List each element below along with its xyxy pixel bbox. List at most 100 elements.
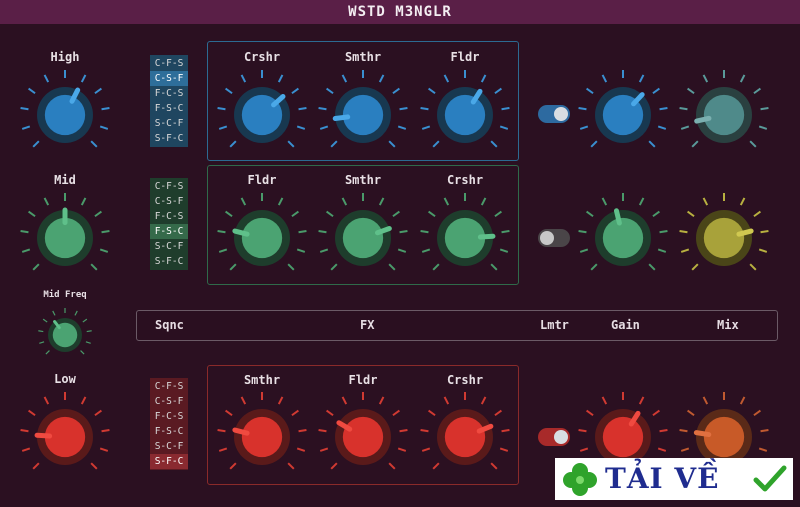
knob-high-fx-3[interactable] [415, 65, 515, 165]
order-option[interactable]: F-S-C [150, 101, 188, 116]
knob-pointer [693, 430, 712, 438]
fx-label-high-1: Crshr [243, 50, 281, 64]
knob-tick [99, 125, 109, 130]
order-option[interactable]: S-C-F [150, 239, 188, 254]
knob-tick [691, 140, 699, 148]
knob-high-fx-1[interactable] [212, 65, 312, 165]
knob-high-band[interactable] [15, 65, 115, 165]
knob-mid-band[interactable] [15, 188, 115, 288]
knob-mid-fx-1[interactable] [212, 188, 312, 288]
knob-body [602, 217, 644, 259]
knob-tick [420, 106, 429, 111]
order-option[interactable]: C-S-F [150, 394, 188, 409]
knob-body [342, 416, 384, 458]
knob-low-fx-1[interactable] [212, 387, 312, 487]
knob-tick [749, 140, 757, 148]
knob-tick [659, 229, 668, 234]
limiter-toggle-mid[interactable] [538, 229, 570, 247]
order-option[interactable]: C-F-S [150, 56, 188, 71]
order-option[interactable]: F-C-S [150, 209, 188, 224]
order-option[interactable]: S-C-F [150, 116, 188, 131]
order-selector-low[interactable]: C-F-S C-S-F F-C-S F-S-C S-C-F S-F-C [150, 378, 188, 470]
knob-tick [326, 409, 334, 417]
knob-high-fx-2[interactable] [313, 65, 413, 165]
lmtr-header: Lmtr [540, 318, 569, 332]
knob-tick [319, 125, 329, 130]
knob-tick [43, 197, 50, 206]
knob-tick [638, 197, 645, 206]
download-banner[interactable]: TẢI VỀ [555, 458, 793, 500]
knob-graphic [420, 70, 510, 148]
knob-body [241, 217, 283, 259]
knob-low-fx-3[interactable] [415, 387, 515, 487]
knob-tick [298, 428, 307, 433]
order-option[interactable]: S-F-C [150, 254, 188, 269]
order-option[interactable]: F-S-C [150, 424, 188, 439]
knob-tick [652, 210, 660, 218]
knob-tick [330, 462, 338, 470]
knob-tick [291, 87, 299, 95]
knob-graphic [318, 193, 408, 271]
knob-mid-mix[interactable] [674, 188, 774, 288]
knob-tick [296, 125, 306, 130]
knob-tick [94, 210, 102, 218]
knob-tick [52, 310, 56, 316]
knob-tick [397, 447, 407, 452]
knob-tick [432, 263, 440, 271]
fx-label-mid-2: Smthr [344, 173, 382, 187]
knob-tick [32, 140, 40, 148]
knob-mid-fx-2[interactable] [313, 188, 413, 288]
knob-tick [702, 396, 709, 405]
order-option[interactable]: C-S-F [150, 71, 188, 86]
knob-tick [638, 396, 645, 405]
order-option[interactable]: S-F-C [150, 454, 188, 469]
knob-tick [687, 409, 695, 417]
knob-graphic [217, 193, 307, 271]
order-option[interactable]: F-C-S [150, 86, 188, 101]
knob-graphic [679, 193, 769, 271]
limiter-toggle-high[interactable] [538, 105, 570, 123]
order-selector-high[interactable]: C-F-S C-S-F F-C-S F-S-C S-C-F S-F-C [150, 55, 188, 147]
order-option[interactable]: C-F-S [150, 379, 188, 394]
knob-tick [490, 462, 498, 470]
order-selector-mid[interactable]: C-F-S C-S-F F-C-S F-S-C S-C-F S-F-C [150, 178, 188, 270]
knob-tick [399, 229, 408, 234]
order-option[interactable]: S-C-F [150, 439, 188, 454]
knob-low-fx-2[interactable] [313, 387, 413, 487]
order-option[interactable]: C-F-S [150, 179, 188, 194]
knob-body [44, 94, 86, 136]
knob-high-gain[interactable] [573, 65, 673, 165]
knob-mid-freq[interactable] [30, 300, 100, 370]
knob-tick [428, 409, 436, 417]
knob-tick [218, 248, 228, 253]
order-option[interactable]: S-F-C [150, 131, 188, 146]
order-option[interactable]: F-C-S [150, 409, 188, 424]
knob-tick [99, 447, 109, 452]
knob-tick [287, 140, 295, 148]
knob-tick [217, 106, 226, 111]
knob-pointer [736, 228, 754, 237]
knob-tick [229, 462, 237, 470]
knob-tick [443, 74, 450, 83]
order-option[interactable]: C-S-F [150, 194, 188, 209]
knob-tick [20, 106, 29, 111]
knob-high-mix[interactable] [674, 65, 774, 165]
knob-tick [657, 447, 667, 452]
band-label-mid: Mid [54, 173, 76, 187]
knob-tick [499, 125, 509, 130]
limiter-toggle-low[interactable] [538, 428, 570, 446]
knob-tick [480, 396, 487, 405]
knob-tick [579, 248, 589, 253]
knob-tick [501, 229, 510, 234]
fx-label-low-3: Crshr [446, 373, 484, 387]
knob-mid-gain[interactable] [573, 188, 673, 288]
order-option[interactable]: F-S-C [150, 224, 188, 239]
knob-tick [101, 229, 110, 234]
knob-tick [341, 396, 348, 405]
knob-tick [319, 248, 329, 253]
knob-graphic [679, 70, 769, 148]
knob-low-band[interactable] [15, 387, 115, 487]
knob-tick [32, 462, 40, 470]
knob-mid-fx-3[interactable] [415, 188, 515, 288]
knob-tick [586, 409, 594, 417]
